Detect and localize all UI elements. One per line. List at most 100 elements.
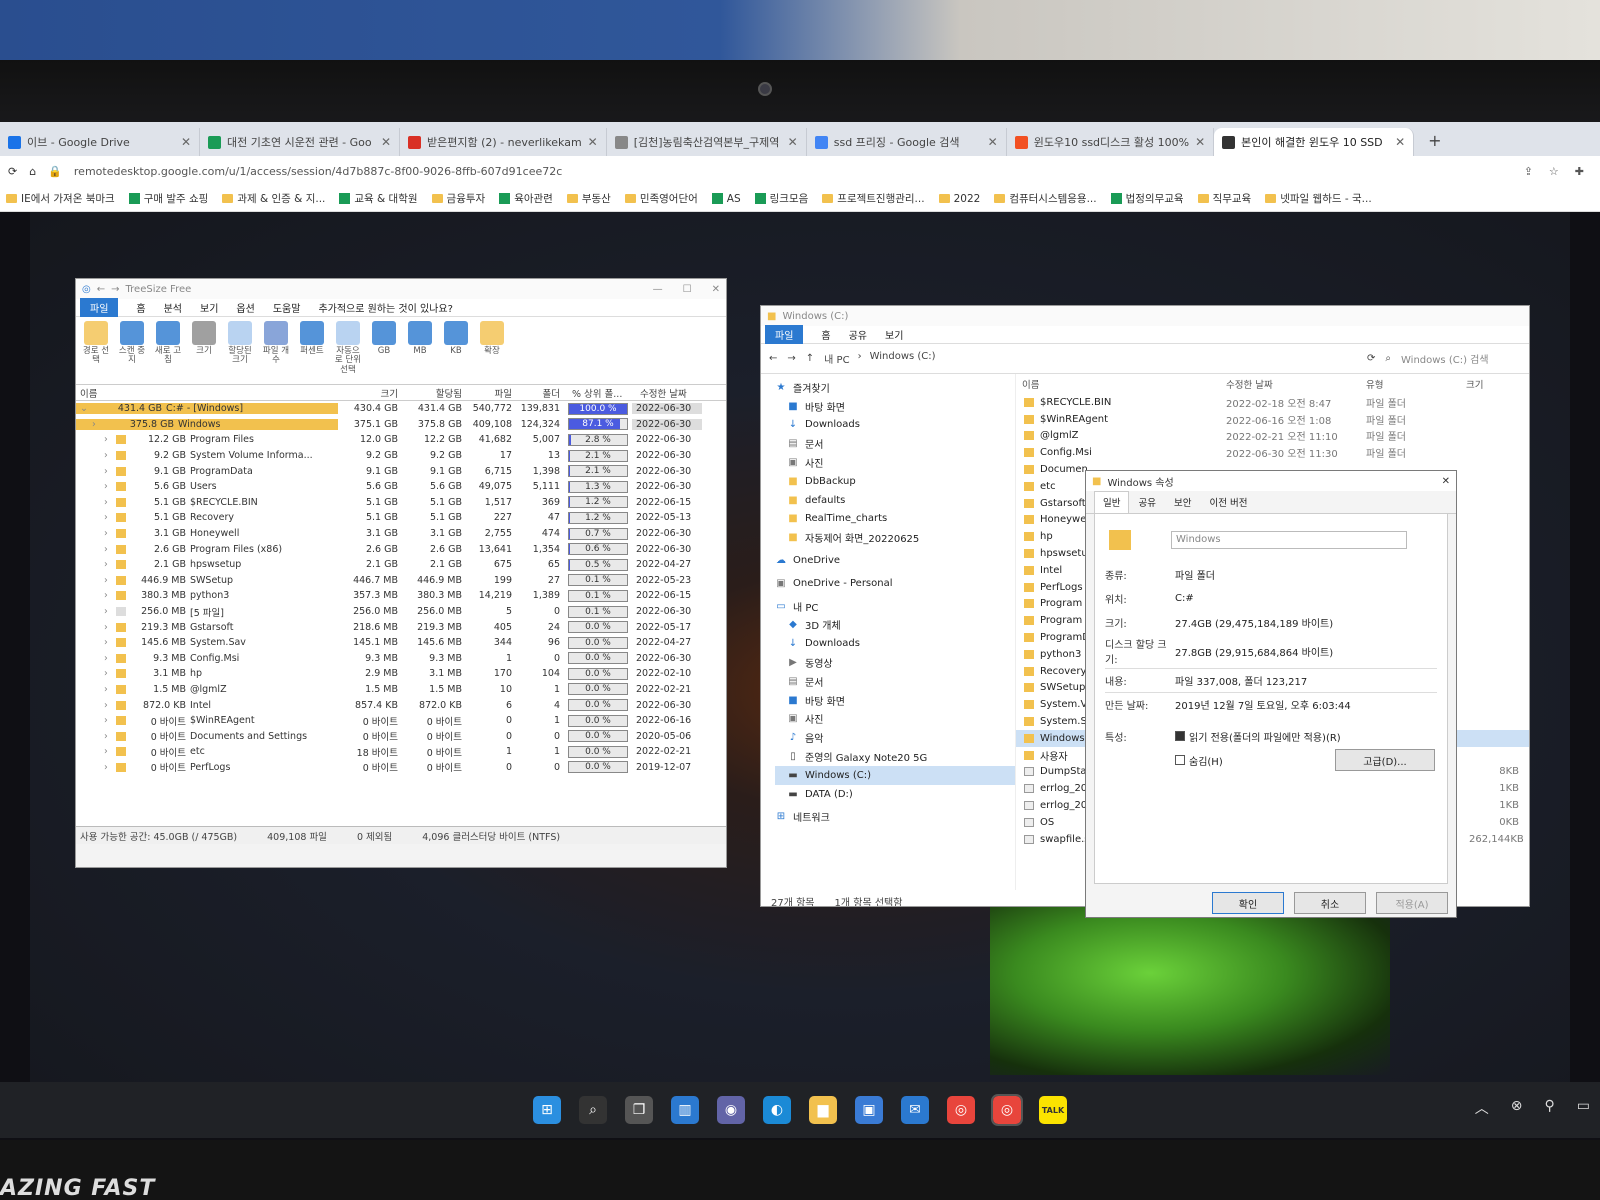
windows-start-icon[interactable]: ⊞: [533, 1096, 561, 1124]
expand-chevron-icon[interactable]: ›: [104, 497, 112, 508]
browser-tab[interactable]: 윈도우10 ssd디스크 활성 100% ✕: [1007, 128, 1215, 156]
expand-chevron-icon[interactable]: ›: [104, 590, 112, 601]
task-view-icon[interactable]: ❐: [625, 1096, 653, 1124]
bookmark-item[interactable]: AS: [711, 193, 741, 205]
ribbon-button[interactable]: 스캔 중지: [118, 321, 146, 380]
explorer-search-input[interactable]: Windows (C:) 검색: [1401, 351, 1521, 366]
expand-chevron-icon[interactable]: ›: [92, 419, 100, 430]
extensions-icon[interactable]: ✚: [1575, 165, 1584, 178]
expand-chevron-icon[interactable]: ›: [104, 668, 112, 679]
bookmark-item[interactable]: 교육 & 대학원: [339, 191, 418, 206]
file-row[interactable]: $WinREAgent 2022-06-16 오전 1:08 파일 폴더: [1016, 411, 1529, 428]
expand-chevron-icon[interactable]: ›: [104, 700, 112, 711]
expand-chevron-icon[interactable]: ›: [104, 544, 112, 555]
expand-chevron-icon[interactable]: ›: [104, 575, 112, 586]
bookmark-star-icon[interactable]: ☆: [1549, 165, 1559, 178]
ribbon-button[interactable]: GB: [370, 321, 398, 380]
tree-row[interactable]: › 0 바이트 Documents and Settings 0 바이트 0 바이트 0 0…: [76, 728, 726, 744]
nav-item[interactable]: ■ 바탕 화면: [775, 397, 1015, 416]
tree-row[interactable]: › 872.0 KB Intel 857.4 KB 872.0 KB 6 4 0.0 % 202…: [76, 697, 726, 713]
dialog-tab[interactable]: 보안: [1165, 491, 1200, 513]
breadcrumb-drive[interactable]: Windows (C:): [870, 351, 936, 366]
nav-item[interactable]: ▯ 준영의 Galaxy Note20 5G: [775, 747, 1015, 766]
url-field[interactable]: remotedesktop.google.com/u/1/access/sess…: [74, 165, 562, 178]
col-file-date[interactable]: 수정한 날짜: [1226, 377, 1366, 391]
nav-item[interactable]: ↓ Downloads: [775, 634, 1015, 653]
forward-icon[interactable]: →: [787, 353, 795, 364]
dialog-tab[interactable]: 공유: [1129, 491, 1164, 513]
tab-close-icon[interactable]: ✕: [588, 135, 598, 149]
tab-close-icon[interactable]: ✕: [1195, 135, 1205, 149]
col-size[interactable]: 크기: [338, 386, 402, 400]
tree-row[interactable]: › 375.8 GB Windows 375.1 GB 375.8 GB 409,108 1…: [76, 416, 726, 433]
explorer-ribbon-tab[interactable]: 파일: [765, 325, 804, 344]
tree-row[interactable]: ⌄ 431.4 GB C:# - [Windows] 430.4 GB 431.4 GB…: [76, 401, 726, 417]
nav-item[interactable]: ■ defaults: [775, 491, 1015, 510]
expand-chevron-icon[interactable]: ›: [104, 434, 112, 445]
ribbon-tab[interactable]: 분석: [164, 300, 182, 315]
expand-chevron-icon[interactable]: ›: [104, 715, 112, 726]
tree-row[interactable]: › 9.3 MB Config.Msi 9.3 MB 9.3 MB 1 0 0.0 % 2022…: [76, 651, 726, 667]
file-row[interactable]: $RECYCLE.BIN 2022-02-18 오전 8:47 파일 폴더: [1016, 394, 1529, 411]
new-tab-button[interactable]: +: [1414, 131, 1455, 156]
cancel-button[interactable]: 취소: [1294, 892, 1366, 914]
home-icon[interactable]: ⌂: [29, 165, 36, 178]
widgets-icon[interactable]: ▥: [671, 1096, 699, 1124]
nav-item[interactable]: ▤ 문서: [775, 434, 1015, 453]
ribbon-tab[interactable]: 옵션: [236, 300, 254, 315]
tree-row[interactable]: › 9.1 GB ProgramData 9.1 GB 9.1 GB 6,715 1,398…: [76, 463, 726, 479]
file-row[interactable]: Config.Msi 2022-06-30 오전 11:30 파일 폴더: [1016, 444, 1529, 461]
browser-tab[interactable]: 받은편지함 (2) - neverlikekam ✕: [400, 128, 607, 156]
tab-close-icon[interactable]: ✕: [788, 135, 798, 149]
nav-item[interactable]: ▣ 사진: [775, 453, 1015, 472]
tree-row[interactable]: › 380.3 MB python3 357.3 MB 380.3 MB 14,219 1,…: [76, 588, 726, 604]
nav-item[interactable]: ■ 자동제어 화면_20220625: [775, 528, 1015, 547]
expand-chevron-icon[interactable]: ›: [104, 762, 112, 773]
nav-item[interactable]: ↓ Downloads: [775, 416, 1015, 435]
col-percent[interactable]: % 상위 폴...: [564, 386, 634, 400]
expand-chevron-icon[interactable]: ›: [104, 450, 112, 461]
ribbon-tab[interactable]: 보기: [200, 300, 218, 315]
bookmark-item[interactable]: 육아관련: [499, 191, 553, 206]
dialog-close-icon[interactable]: ✕: [1442, 476, 1450, 487]
share-icon[interactable]: ⇪: [1524, 165, 1533, 178]
col-files[interactable]: 파일: [466, 386, 516, 400]
bookmark-item[interactable]: 직무교육: [1197, 191, 1251, 206]
col-file-name[interactable]: 이름: [1016, 377, 1226, 391]
tree-row[interactable]: › 219.3 MB Gstarsoft 218.6 MB 219.3 MB 405 24 0…: [76, 619, 726, 635]
nav-item[interactable]: ▶ 동영상: [775, 653, 1015, 672]
tree-row[interactable]: › 9.2 GB System Volume Informa... 9.2 GB 9.2…: [76, 448, 726, 464]
tree-row[interactable]: › 256.0 MB [5 파일] 256.0 MB 256.0 MB 5 0 0.1 % 20…: [76, 604, 726, 620]
tree-row[interactable]: › 2.1 GB hpswsetup 2.1 GB 2.1 GB 675 65 0.5 % 20…: [76, 557, 726, 573]
tray-display-icon[interactable]: ▭: [1577, 1098, 1590, 1118]
nav-item[interactable]: ▭ 내 PC: [775, 597, 1015, 616]
nav-forward-icon[interactable]: →: [111, 284, 119, 295]
expand-chevron-icon[interactable]: ›: [104, 466, 112, 477]
chrome-icon[interactable]: ◎: [991, 1094, 1023, 1126]
edge-icon[interactable]: ◐: [763, 1096, 791, 1124]
tree-row[interactable]: › 5.6 GB Users 5.6 GB 5.6 GB 49,075 5,111 1.3 %…: [76, 479, 726, 495]
expand-chevron-icon[interactable]: ›: [104, 559, 112, 570]
explorer-ribbon-tab[interactable]: 보기: [885, 327, 903, 342]
bookmark-item[interactable]: 링크모음: [754, 191, 808, 206]
tree-row[interactable]: › 0 바이트 PerfLogs 0 바이트 0 바이트 0 0 0.0 % 2019-12-0…: [76, 760, 726, 776]
ribbon-button[interactable]: 자동으로 단위선택: [334, 321, 362, 380]
hidden-checkbox[interactable]: 숨김(H): [1175, 753, 1223, 768]
nav-item[interactable]: ■ 바탕 화면: [775, 691, 1015, 710]
explorer-ribbon-tab[interactable]: 공유: [849, 327, 867, 342]
expand-chevron-icon[interactable]: ›: [104, 653, 112, 664]
nav-item[interactable]: ▬ Windows (C:): [775, 765, 1015, 785]
tray-chevron-icon[interactable]: ︿: [1475, 1098, 1489, 1118]
expand-chevron-icon[interactable]: ›: [104, 606, 112, 617]
bookmark-item[interactable]: 부동산: [566, 191, 611, 206]
close-icon[interactable]: ✕: [712, 284, 720, 295]
minimize-icon[interactable]: —: [653, 284, 663, 295]
nav-item[interactable]: ▤ 문서: [775, 672, 1015, 691]
tree-row[interactable]: › 446.9 MB SWSetup 446.7 MB 446.9 MB 199 27 0.1…: [76, 573, 726, 589]
ribbon-button[interactable]: 새로 고침: [154, 321, 182, 380]
bookmark-item[interactable]: 금융투자: [431, 191, 485, 206]
dialog-tab[interactable]: 일반: [1094, 491, 1130, 513]
ribbon-button[interactable]: 할당된 크기: [226, 321, 254, 380]
col-allocated[interactable]: 할당됨: [402, 386, 466, 400]
store-icon[interactable]: ▣: [855, 1096, 883, 1124]
